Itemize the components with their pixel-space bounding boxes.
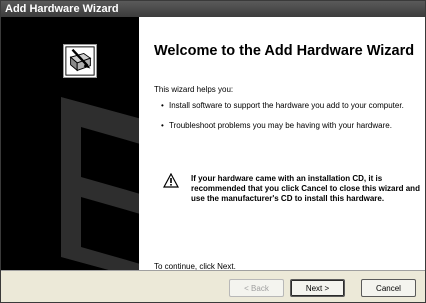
bullet-text: Install software to support the hardware… xyxy=(169,101,404,110)
wizard-window: Add Hardware Wizard Welcome to the Add H… xyxy=(0,0,426,303)
hardware-wizard-icon xyxy=(63,44,97,78)
list-item: • Install software to support the hardwar… xyxy=(161,101,404,110)
back-button[interactable]: < Back xyxy=(229,279,284,297)
next-button[interactable]: Next > xyxy=(290,279,345,297)
bullet-text: Troubleshoot problems you may be having … xyxy=(169,121,392,130)
warning-text: If your hardware came with an installati… xyxy=(191,174,420,203)
wizard-watermark-graphic xyxy=(61,97,139,270)
button-bar: < Back Next > Cancel xyxy=(1,270,425,302)
warning-icon xyxy=(163,173,179,188)
page-title: Welcome to the Add Hardware Wizard xyxy=(154,43,415,59)
wizard-sidebar xyxy=(1,17,139,270)
wizard-content: Welcome to the Add Hardware Wizard This … xyxy=(139,17,425,271)
window-title: Add Hardware Wizard xyxy=(1,1,425,17)
intro-text: This wizard helps you: xyxy=(154,85,234,94)
bullet-list: • Install software to support the hardwar… xyxy=(161,101,419,141)
list-item: • Troubleshoot problems you may be having… xyxy=(161,121,392,130)
cancel-button[interactable]: Cancel xyxy=(361,279,416,297)
